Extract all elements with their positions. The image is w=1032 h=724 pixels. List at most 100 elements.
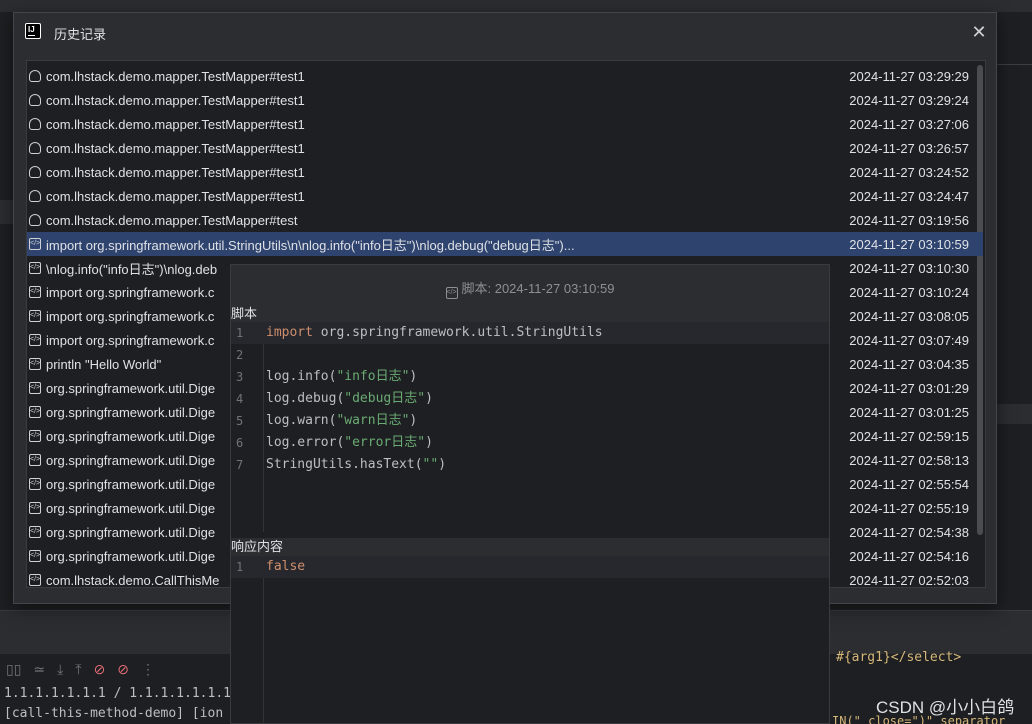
line-gutter bbox=[231, 556, 264, 723]
code-line: 1 import org.springframework.util.StringU… bbox=[231, 322, 829, 344]
code-token: "debug日志" bbox=[344, 391, 426, 406]
script-icon: </> bbox=[29, 358, 41, 370]
code-token: "info日志" bbox=[336, 369, 410, 384]
clear-icon[interactable]: ⊘ bbox=[117, 661, 129, 678]
line-number: 6 bbox=[236, 436, 244, 450]
code-token: ) bbox=[409, 413, 418, 428]
history-row-time: 2024-11-27 03:08:05 bbox=[849, 308, 969, 324]
ide-right-strip bbox=[997, 404, 1032, 424]
code-line: 7 StringUtils.hasText("") bbox=[231, 454, 829, 476]
code-line: 2 bbox=[231, 344, 829, 366]
history-row-label: com.lhstack.demo.mapper.TestMapper#test1 bbox=[46, 140, 305, 156]
soft-wrap-icon[interactable]: ≃ bbox=[33, 661, 45, 678]
script-section-label: 脚本 bbox=[231, 305, 829, 323]
history-row-time: 2024-11-27 03:10:59 bbox=[849, 236, 969, 252]
code-token: false bbox=[266, 559, 306, 574]
mapper-icon bbox=[29, 94, 41, 106]
record-icon[interactable]: ⊘ bbox=[94, 661, 106, 678]
history-row-label: com.lhstack.demo.mapper.TestMapper#test1 bbox=[46, 188, 305, 204]
history-row[interactable]: com.lhstack.demo.mapper.TestMapper#test1… bbox=[27, 88, 983, 112]
code-token: log.warn( bbox=[266, 413, 337, 428]
history-row[interactable]: com.lhstack.demo.mapper.TestMapper#test1… bbox=[27, 160, 983, 184]
script-icon: </> bbox=[29, 430, 41, 442]
ide-divider bbox=[997, 64, 1032, 65]
watermark: CSDN @小小白鸽 bbox=[876, 698, 1015, 717]
ide-right-panel bbox=[997, 12, 1032, 612]
history-row-label: com.lhstack.demo.mapper.TestMapper#test1 bbox=[46, 116, 305, 132]
history-row-time: 2024-11-27 02:54:16 bbox=[849, 548, 969, 564]
mapper-icon bbox=[29, 70, 41, 82]
script-icon: </> bbox=[29, 550, 41, 562]
script-icon: </> bbox=[29, 382, 41, 394]
console-toolbar: ▯▯ ≃ ⤓ ⤒ ⊘ ⊘ ⋮ bbox=[0, 654, 230, 684]
history-row-time: 2024-11-27 02:55:54 bbox=[849, 476, 969, 492]
history-row-time: 2024-11-27 02:52:03 bbox=[849, 572, 969, 588]
history-row[interactable]: </> import org.springframework.util.Strin… bbox=[27, 232, 983, 256]
code-token: log.info( bbox=[266, 369, 337, 384]
history-row[interactable]: com.lhstack.demo.mapper.TestMapper#test 2… bbox=[27, 208, 983, 232]
console-line: 1.1.1.1.1.1.1 / 1.1.1.1.1.1.1 - 1 bbox=[4, 686, 230, 701]
code-text: false bbox=[266, 556, 305, 578]
history-row-time: 2024-11-27 02:58:13 bbox=[849, 452, 969, 468]
script-editor[interactable]: 1 import org.springframework.util.StringU… bbox=[231, 322, 829, 532]
script-preview-popup: </> 脚本: 2024-11-27 03:10:59 脚本 1 import or… bbox=[230, 264, 830, 724]
close-button[interactable]: ✕ bbox=[970, 23, 988, 41]
code-line: 3 log.info("info日志") bbox=[231, 366, 829, 388]
code-token: log.debug( bbox=[266, 391, 345, 406]
pause-icon[interactable]: ▯▯ bbox=[6, 661, 21, 678]
popup-header: </> 脚本: 2024-11-27 03:10:59 bbox=[231, 265, 829, 305]
code-text: log.error("error日志") bbox=[266, 432, 433, 454]
history-row[interactable]: com.lhstack.demo.mapper.TestMapper#test1… bbox=[27, 136, 983, 160]
code-token: StringUtils.hasText( bbox=[266, 457, 423, 472]
code-token: ) bbox=[425, 435, 433, 450]
line-number: 2 bbox=[236, 348, 244, 362]
script-icon: </> bbox=[29, 406, 41, 418]
line-number: 4 bbox=[236, 392, 244, 406]
script-icon: </> bbox=[29, 526, 41, 538]
script-icon: </> bbox=[29, 502, 41, 514]
history-row[interactable]: com.lhstack.demo.mapper.TestMapper#test1… bbox=[27, 184, 983, 208]
history-row-label: com.lhstack.demo.mapper.TestMapper#test bbox=[46, 212, 298, 228]
code-text: StringUtils.hasText("") bbox=[266, 454, 446, 476]
code-text: import org.springframework.util.StringUt… bbox=[266, 322, 603, 344]
history-row-time: 2024-11-27 03:10:30 bbox=[849, 260, 969, 276]
history-row-time: 2024-11-27 02:59:15 bbox=[849, 428, 969, 444]
code-token: ) bbox=[409, 369, 418, 384]
line-number: 5 bbox=[236, 414, 244, 428]
dialog-title: 历史记录 bbox=[54, 27, 107, 42]
script-icon: </> bbox=[445, 287, 458, 299]
mapper-icon bbox=[29, 142, 41, 154]
code-line: 5 log.warn("warn日志") bbox=[231, 410, 829, 432]
script-icon: </> bbox=[29, 262, 41, 274]
code-token: org.springframework.util.StringUtils bbox=[312, 325, 603, 340]
script-icon: </> bbox=[29, 238, 41, 250]
code-text: log.warn("warn日志") bbox=[266, 410, 417, 432]
code-token: "warn日志" bbox=[336, 413, 410, 428]
history-row-time: 2024-11-27 03:29:29 bbox=[849, 68, 969, 84]
intellij-icon: IJ bbox=[25, 23, 41, 39]
console-line: [call-this-method-demo] [ion bbox=[4, 706, 224, 721]
code-token: ) bbox=[438, 457, 447, 472]
more-icon[interactable]: ⋮ bbox=[141, 661, 155, 678]
line-number: 3 bbox=[236, 370, 244, 384]
scroll-down-icon[interactable]: ⤓ bbox=[57, 661, 63, 678]
history-row-time: 2024-11-27 02:54:38 bbox=[849, 524, 969, 540]
history-row-label: import org.springframework.util.StringUt… bbox=[46, 237, 575, 253]
history-row-time: 2024-11-27 03:01:25 bbox=[849, 404, 969, 420]
history-row-time: 2024-11-27 03:29:24 bbox=[849, 92, 969, 108]
history-row-time: 2024-11-27 03:19:56 bbox=[849, 212, 969, 228]
history-row-time: 2024-11-27 03:10:24 bbox=[849, 284, 969, 300]
code-token: log.error( bbox=[266, 435, 345, 450]
line-number: 1 bbox=[236, 326, 244, 340]
code-text: log.debug("debug日志") bbox=[266, 388, 433, 410]
history-row[interactable]: com.lhstack.demo.mapper.TestMapper#test1… bbox=[27, 112, 983, 136]
history-row-time: 2024-11-27 03:26:57 bbox=[849, 140, 969, 156]
mapper-icon bbox=[29, 214, 41, 226]
history-row-time: 2024-11-27 03:04:35 bbox=[849, 356, 969, 372]
history-row-label: com.lhstack.demo.mapper.TestMapper#test1 bbox=[46, 164, 305, 180]
code-line: 1 false bbox=[231, 556, 829, 578]
export-icon[interactable]: ⤒ bbox=[75, 661, 81, 678]
response-editor[interactable]: 1 false bbox=[231, 556, 829, 723]
history-row[interactable]: com.lhstack.demo.mapper.TestMapper#test1… bbox=[27, 64, 983, 88]
code-text: log.info("info日志") bbox=[266, 366, 417, 388]
